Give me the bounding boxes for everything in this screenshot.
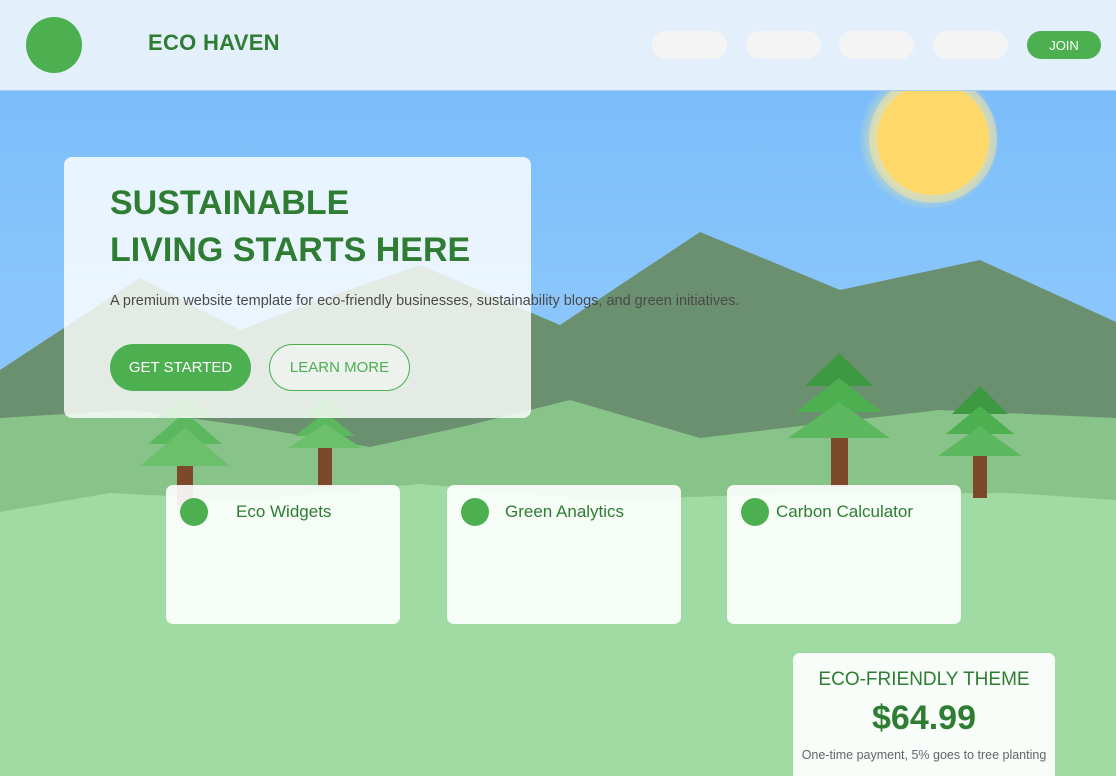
plan-note: One-time payment, 5% goes to tree planti… (801, 748, 1047, 762)
feature-card-eco-widgets[interactable]: Eco Widgets (166, 485, 400, 624)
nav-item-4[interactable] (933, 31, 1008, 59)
join-button[interactable]: JOIN (1027, 31, 1101, 59)
feature-card-carbon-calculator[interactable]: Carbon Calculator (727, 485, 961, 624)
brand-name[interactable]: ECO HAVEN (148, 30, 280, 56)
feature-title: Eco Widgets (236, 502, 332, 521)
plan-name: ECO-FRIENDLY THEME (818, 669, 1030, 690)
feature-icon (180, 498, 208, 526)
hero-title: SUSTAINABLE LIVING STARTS HERE (110, 180, 470, 274)
get-started-button[interactable]: GET STARTED (110, 344, 251, 391)
learn-more-button[interactable]: LEARN MORE (269, 344, 410, 391)
feature-card-green-analytics[interactable]: Green Analytics (447, 485, 681, 624)
plan-price: $64.99 (872, 699, 976, 737)
pricing-card[interactable]: ECO-FRIENDLY THEME $64.99 One-time payme… (793, 653, 1055, 776)
feature-icon (741, 498, 769, 526)
nav-item-2[interactable] (746, 31, 821, 59)
sun-icon (877, 83, 989, 195)
landing-page: ECO HAVEN JOIN SUSTAINABLE LIVING STARTS… (0, 0, 1116, 776)
nav-item-3[interactable] (839, 31, 914, 59)
hero-description: A premium website template for eco-frien… (110, 293, 740, 309)
hero-title-line-2: LIVING STARTS HERE (110, 231, 471, 269)
logo-icon[interactable] (26, 17, 82, 73)
feature-icon (461, 498, 489, 526)
site-header: ECO HAVEN JOIN (0, 0, 1116, 91)
feature-title: Carbon Calculator (776, 502, 914, 521)
feature-title: Green Analytics (505, 502, 625, 521)
hero-title-line-1: SUSTAINABLE (110, 184, 350, 222)
nav-item-1[interactable] (652, 31, 727, 59)
